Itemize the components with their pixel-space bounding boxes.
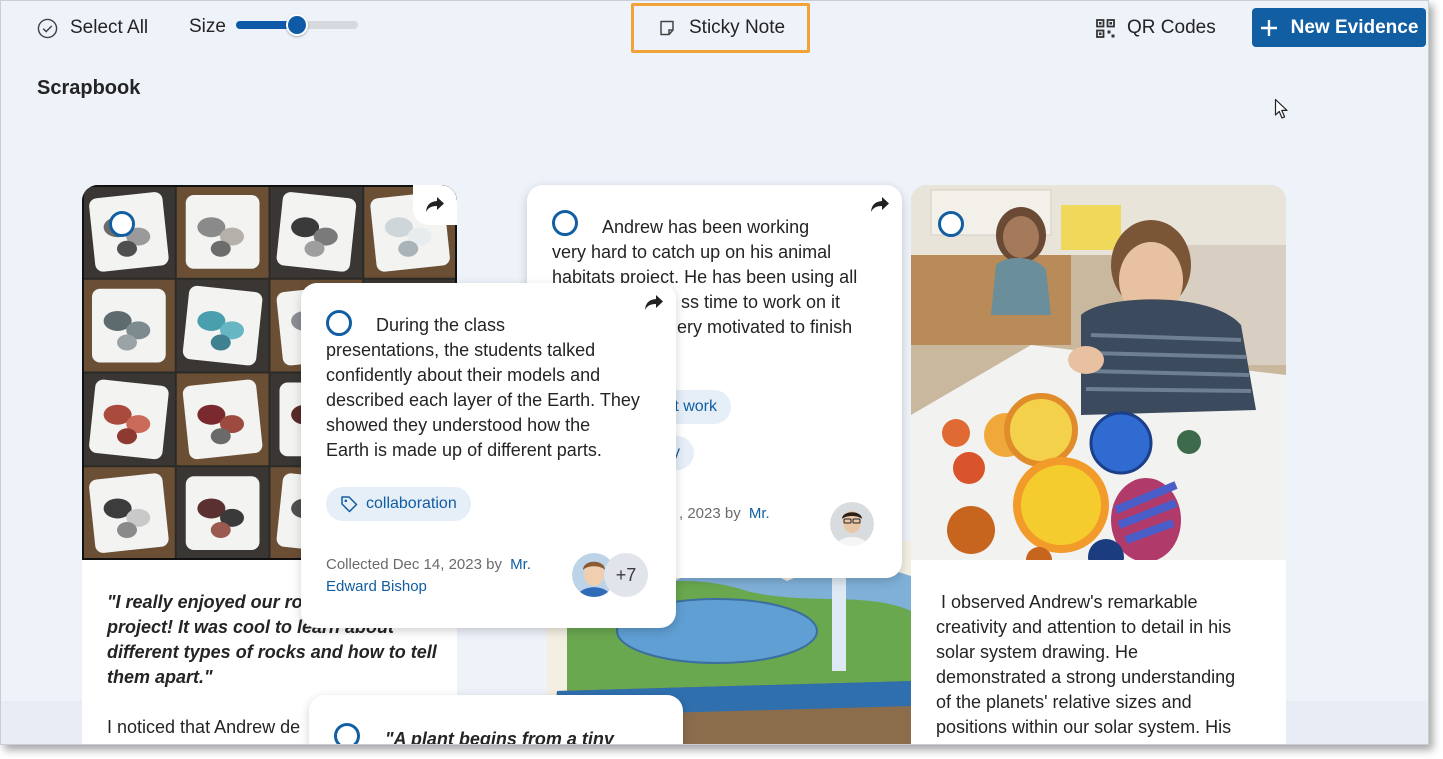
select-all-button[interactable]: Select All: [37, 16, 148, 40]
body-line: solar system drawing. He: [936, 642, 1139, 662]
body-line: creativity and attention to detail in hi…: [936, 617, 1232, 637]
size-slider-thumb[interactable]: [286, 14, 308, 36]
sticky-note-icon: [660, 20, 674, 36]
meta-collected: Collected Dec 14, 2023 by: [326, 556, 502, 573]
earth-meta: Collected Dec 14, 2023 by Mr. Edward Bis…: [326, 554, 531, 598]
body-line: positions within our solar system. His: [936, 717, 1232, 737]
tag-collaboration[interactable]: collaboration: [326, 487, 471, 521]
body-line: of the planets' relative sizes and: [936, 692, 1192, 712]
sticky-note-button[interactable]: Sticky Note: [658, 16, 785, 40]
share-arrow-icon: [871, 197, 889, 212]
meta-author-link[interactable]: Mr.: [749, 505, 770, 522]
plus-icon: [1260, 19, 1277, 36]
select-circle[interactable]: [938, 211, 964, 237]
earth-line: described each layer of the Earth. They: [326, 390, 640, 410]
qr-code-icon: [1096, 18, 1115, 38]
evidence-card-plant[interactable]: "A plant begins from a tiny: [309, 695, 683, 745]
share-button[interactable]: [858, 185, 902, 225]
solar-card-text: I observed Andrew's remarkable creativit…: [936, 590, 1276, 740]
app-window: Select All Size Sticky Note QR Codes New…: [0, 0, 1429, 745]
check-circle-icon: [37, 18, 58, 38]
habitats-line: Andrew has been working: [602, 217, 810, 237]
earth-line: confidently about their models and: [326, 365, 601, 385]
sticky-note-label: Sticky Note: [689, 17, 786, 38]
select-all-label: Select All: [70, 17, 149, 38]
select-circle[interactable]: [552, 210, 578, 236]
meta-date: , 2023 by: [679, 505, 741, 522]
qr-codes-label: QR Codes: [1127, 17, 1216, 38]
tag-label: collaboration: [366, 495, 457, 512]
size-slider[interactable]: [236, 14, 358, 36]
mouse-cursor-icon: [1274, 98, 1288, 119]
earth-line: presentations, the students talked: [326, 340, 596, 360]
select-circle[interactable]: [326, 310, 352, 336]
quote-line: them apart.": [107, 667, 213, 687]
habitats-meta: , 2023 by Mr.: [679, 503, 770, 525]
body-line: demonstrated a strong understanding: [936, 667, 1236, 687]
plant-quote-line: "A plant begins from a tiny: [385, 729, 614, 745]
share-arrow-icon: [426, 197, 444, 212]
section-title: Scrapbook: [37, 77, 141, 99]
earth-line: Earth is made up of different parts.: [326, 440, 602, 460]
body-line: I observed Andrew's remarkable: [936, 592, 1198, 612]
habitats-line: ss time to work on it: [681, 292, 841, 312]
habitats-line: very hard to catch up on his animal: [552, 242, 832, 262]
tag-icon: [341, 496, 358, 513]
new-evidence-label: New Evidence: [1290, 16, 1419, 38]
earth-line: showed they understood how the: [326, 415, 591, 435]
solar-system-photo: [911, 185, 1286, 560]
share-button[interactable]: [632, 283, 676, 323]
evidence-card-earth-layers[interactable]: During the class presentations, the stud…: [301, 283, 676, 628]
meta-author-link[interactable]: Edward Bishop: [326, 576, 531, 598]
size-label: Size: [189, 16, 226, 37]
earth-line: During the class: [376, 315, 506, 335]
avatar: [830, 502, 874, 546]
select-circle[interactable]: [109, 211, 135, 237]
habitats-line: ery motivated to finish: [677, 317, 853, 337]
more-students-badge[interactable]: +7: [604, 553, 648, 597]
qr-codes-button[interactable]: QR Codes: [1096, 16, 1216, 40]
quote-line: different types of rocks and how to tell: [107, 642, 437, 662]
share-arrow-icon: [645, 295, 663, 310]
share-button[interactable]: [413, 185, 457, 225]
evidence-card-solar-system[interactable]: I observed Andrew's remarkable creativit…: [911, 185, 1286, 744]
new-evidence-button[interactable]: New Evidence: [1252, 8, 1426, 47]
meta-author-link[interactable]: Mr.: [510, 556, 531, 573]
select-circle[interactable]: [334, 723, 360, 744]
